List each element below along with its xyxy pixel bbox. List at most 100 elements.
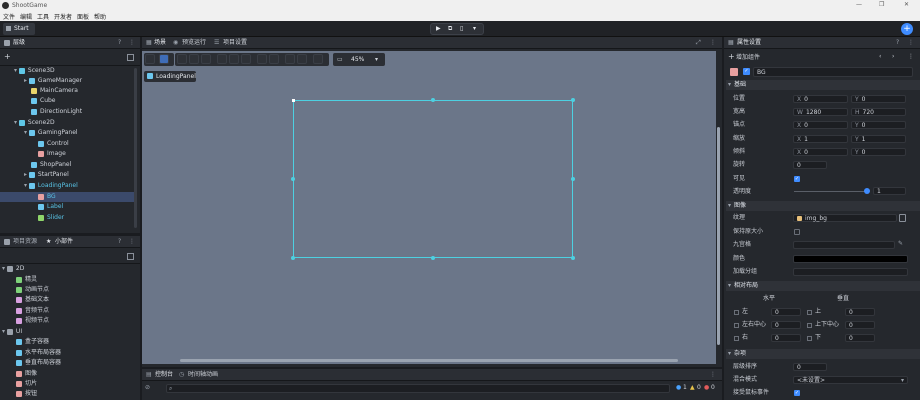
tree-item-shoppanel[interactable]: ShopPanel (31, 160, 71, 170)
visible-checkbox[interactable]: ✓ (794, 176, 800, 182)
width-input[interactable]: W 1280 (793, 108, 848, 116)
close-icon[interactable]: ✕ (904, 0, 909, 10)
vertical-scrollbar[interactable] (717, 127, 720, 345)
forward-icon[interactable]: › (892, 52, 894, 62)
play-icon[interactable]: ▶ (436, 24, 441, 34)
tab-preview[interactable]: 预览运行 (182, 38, 206, 48)
add-component-button[interactable]: 增加组件 (736, 53, 760, 63)
resize-handle-left[interactable] (291, 177, 295, 181)
tab-project-assets[interactable]: 项目资源 (13, 237, 37, 247)
more-icon[interactable]: ⋮ (908, 38, 914, 48)
console-search-input[interactable]: ⌕ (166, 384, 670, 393)
help-icon[interactable]: ? (118, 38, 121, 48)
chevron-down-icon[interactable]: ▾ (473, 24, 476, 34)
node-enabled-checkbox[interactable]: ✓ (743, 68, 750, 75)
resize-handle-bottom-right[interactable] (571, 256, 575, 260)
hand-tool-icon[interactable] (145, 54, 155, 64)
debug-icon[interactable]: ⧉ (448, 24, 452, 34)
widget-vbox[interactable]: 垂直布局容器 (16, 358, 61, 368)
alpha-slider-thumb[interactable] (864, 188, 870, 194)
clear-icon[interactable]: ⊘ (145, 383, 150, 393)
distribute-v-icon[interactable] (269, 54, 279, 64)
align-center-icon[interactable] (189, 54, 199, 64)
tree-item-cube[interactable]: Cube (31, 96, 56, 106)
select-tool-icon[interactable] (159, 54, 169, 64)
add-icon[interactable]: + (901, 23, 913, 35)
widget-sprite[interactable]: 精灵 (16, 275, 37, 285)
anchor-y-input[interactable]: Y0 (851, 121, 906, 129)
tab-console[interactable]: 控制台 (155, 370, 173, 380)
align-bottom-icon[interactable] (241, 54, 251, 64)
section-misc[interactable]: ▾ 杂项 (726, 349, 920, 359)
layout-center-h-input[interactable]: 0 (771, 321, 801, 329)
minimize-icon[interactable]: — (856, 0, 862, 10)
tab-widgets[interactable]: 小部件 (55, 237, 73, 247)
widget-clip[interactable]: 切片 (16, 379, 37, 389)
section-layout[interactable]: ▾ 相对布局 (726, 281, 920, 291)
layout-right-input[interactable]: 0 (771, 334, 801, 342)
tree-item-gamemanager[interactable]: ▸ GameManager (24, 76, 82, 86)
maximize-panel-icon[interactable]: ⤢ (696, 38, 701, 48)
tree-item-label[interactable]: Label (38, 202, 63, 212)
layout-top-checkbox[interactable] (807, 310, 812, 315)
load-group-input[interactable] (793, 268, 908, 276)
maximize-icon[interactable]: ❐ (879, 0, 884, 10)
position-x-input[interactable]: X0 (793, 95, 848, 103)
section-basic[interactable]: ▾ 基础 (726, 80, 920, 90)
scene-canvas[interactable]: ▭ 45% ▾ LoadingPanel (142, 51, 716, 364)
resize-handle-right[interactable] (571, 177, 575, 181)
tree-item-scene2d[interactable]: ▾ Scene2D (14, 118, 55, 128)
distribute-h-icon[interactable] (257, 54, 267, 64)
more-icon[interactable]: ⋮ (129, 38, 135, 48)
tree-item-slider[interactable]: Slider (38, 213, 64, 223)
tab-scene[interactable]: 场景 (154, 38, 166, 48)
z-order-input[interactable]: 0 (793, 363, 827, 371)
more-icon[interactable]: ⋮ (710, 370, 716, 380)
alpha-input[interactable]: 1 (873, 187, 906, 195)
widget-image[interactable]: 图像 (16, 369, 37, 379)
horizontal-scrollbar[interactable] (180, 359, 678, 362)
tree-item-gamingpanel[interactable]: ▾ GamingPanel (24, 128, 78, 138)
layout-left-checkbox[interactable] (734, 310, 739, 315)
widget-group-2d[interactable]: ▾ 2D (2, 264, 24, 274)
breadcrumb[interactable]: LoadingPanel (144, 71, 196, 82)
resize-handle-bottom-left[interactable] (291, 256, 295, 260)
more-icon[interactable]: ⋮ (908, 52, 914, 62)
menu-edit[interactable]: 编辑 (20, 12, 32, 21)
align-left-icon[interactable] (177, 54, 187, 64)
widget-text[interactable]: 基础文本 (16, 295, 49, 305)
start-tab[interactable]: Start (3, 23, 35, 35)
widget-button[interactable]: 按钮 (16, 389, 37, 399)
pivot-marker[interactable] (292, 99, 295, 102)
more-icon[interactable]: ⋮ (129, 237, 135, 247)
snap-icon[interactable] (297, 54, 307, 64)
tree-item-control[interactable]: Control (38, 139, 69, 149)
scale-x-input[interactable]: X1 (793, 135, 848, 143)
anchor-x-input[interactable]: X0 (793, 121, 848, 129)
widget-audio[interactable]: 音频节点 (16, 306, 49, 316)
zoom-control[interactable]: ▭ 45% ▾ (333, 53, 385, 66)
device-icon[interactable]: ▯ (460, 24, 463, 34)
inspector-tab[interactable]: 属性设置 (737, 38, 761, 48)
add-node-icon[interactable]: + (4, 52, 11, 62)
tree-item-maincamera[interactable]: MainCamera (31, 86, 78, 96)
nine-grid-input[interactable] (793, 241, 895, 249)
layout-center-h-checkbox[interactable] (734, 323, 739, 328)
tree-item-startpanel[interactable]: ▸ StartPanel (24, 170, 69, 180)
more-icon[interactable]: ⋮ (710, 38, 716, 48)
back-icon[interactable]: ‹ (879, 52, 881, 62)
menu-panel[interactable]: 面板 (77, 12, 89, 21)
rotation-input[interactable]: 0 (793, 161, 827, 169)
tree-item-scene3d[interactable]: ▾ Scene3D (14, 66, 55, 76)
hierarchy-tab[interactable]: 层级 (13, 38, 25, 48)
skew-y-input[interactable]: Y0 (851, 148, 906, 156)
align-middle-icon[interactable] (229, 54, 239, 64)
layout-icon[interactable] (313, 54, 323, 64)
skew-x-input[interactable]: X0 (793, 148, 848, 156)
layout-left-input[interactable]: 0 (771, 308, 801, 316)
layout-bottom-checkbox[interactable] (807, 336, 812, 341)
layout-top-input[interactable]: 0 (845, 308, 875, 316)
color-swatch[interactable] (793, 255, 908, 263)
align-right-icon[interactable] (201, 54, 211, 64)
layout-center-v-checkbox[interactable] (807, 323, 812, 328)
